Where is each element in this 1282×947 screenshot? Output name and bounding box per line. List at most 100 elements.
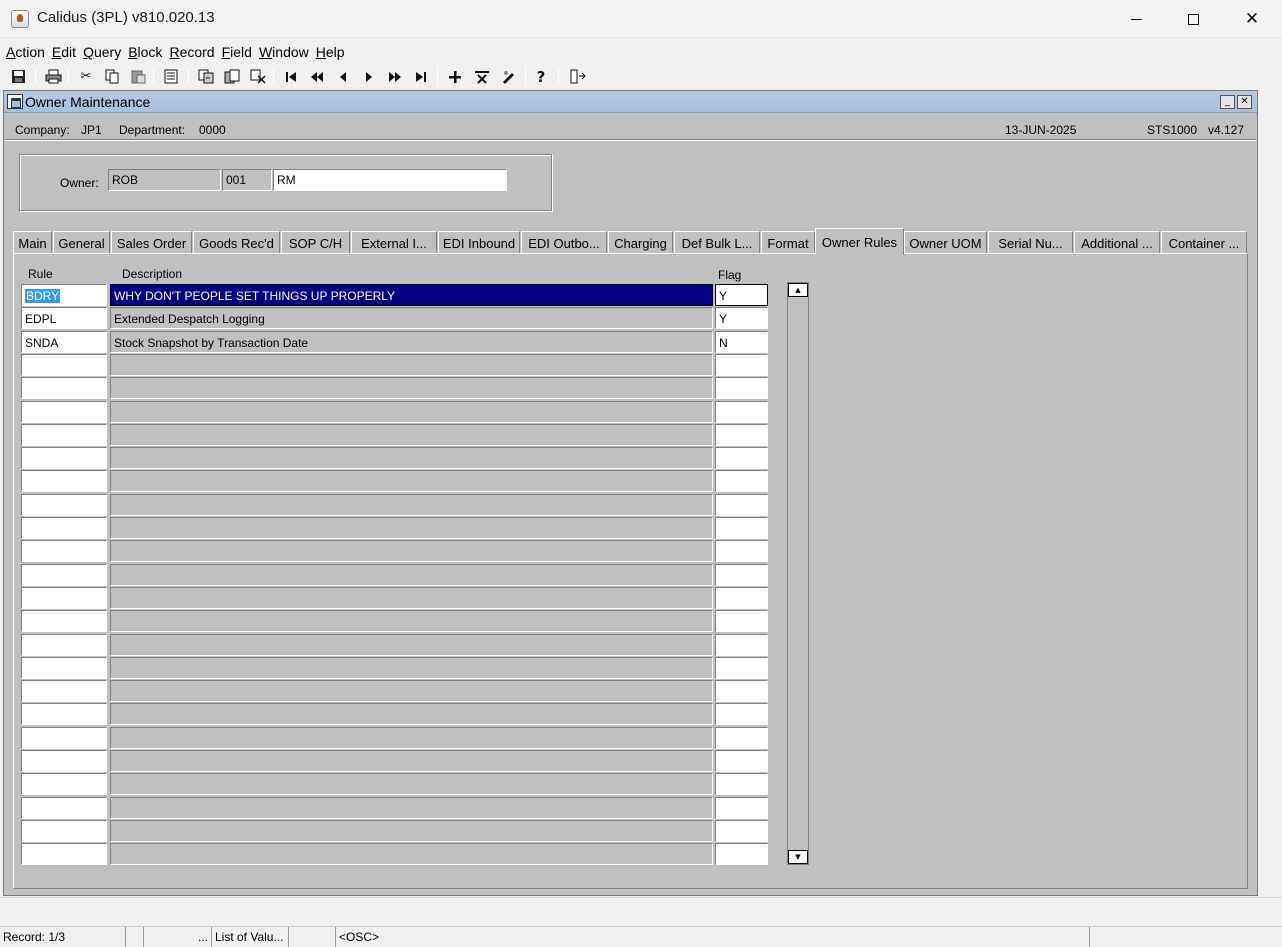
rule-cell[interactable] bbox=[21, 540, 107, 562]
rule-cell[interactable] bbox=[21, 750, 107, 772]
menu-window[interactable]: Window bbox=[256, 42, 312, 64]
flag-cell[interactable]: Y bbox=[715, 307, 768, 329]
tab-main[interactable]: Main bbox=[13, 231, 52, 254]
last-record-icon[interactable] bbox=[410, 66, 432, 87]
rule-cell[interactable] bbox=[21, 447, 107, 469]
description-cell[interactable] bbox=[110, 727, 713, 749]
flag-cell[interactable] bbox=[715, 703, 768, 725]
description-cell[interactable] bbox=[110, 634, 713, 656]
rule-cell[interactable] bbox=[21, 773, 107, 795]
edit-icon[interactable] bbox=[498, 66, 520, 87]
menu-help[interactable]: Help bbox=[313, 42, 348, 64]
rule-cell[interactable] bbox=[21, 494, 107, 516]
grid-scrollbar[interactable]: ▲ ▼ bbox=[787, 282, 809, 865]
rule-cell[interactable] bbox=[21, 354, 107, 376]
menu-record[interactable]: Record bbox=[166, 42, 217, 64]
flag-cell[interactable] bbox=[715, 424, 768, 446]
flag-cell[interactable] bbox=[715, 354, 768, 376]
description-cell[interactable] bbox=[110, 401, 713, 423]
table-row[interactable] bbox=[21, 797, 771, 820]
flag-cell[interactable] bbox=[715, 494, 768, 516]
description-cell[interactable] bbox=[110, 843, 713, 865]
description-cell[interactable]: Extended Despatch Logging bbox=[110, 307, 713, 329]
flag-cell[interactable] bbox=[715, 634, 768, 656]
rule-cell[interactable] bbox=[21, 470, 107, 492]
description-cell[interactable] bbox=[110, 447, 713, 469]
copy-icon[interactable] bbox=[101, 66, 123, 87]
close-button[interactable]: ✕ bbox=[1224, 0, 1280, 38]
description-cell[interactable] bbox=[110, 517, 713, 539]
table-row[interactable]: SNDA Stock Snapshot by Transaction Date N bbox=[21, 331, 771, 354]
description-cell[interactable] bbox=[110, 773, 713, 795]
tab-sales-order[interactable]: Sales Order bbox=[111, 231, 192, 254]
flag-cell[interactable] bbox=[715, 377, 768, 399]
description-cell[interactable] bbox=[110, 680, 713, 702]
description-cell[interactable] bbox=[110, 377, 713, 399]
table-row[interactable]: EDPL Extended Despatch Logging Y bbox=[21, 307, 771, 330]
rule-cell[interactable] bbox=[21, 843, 107, 865]
rule-cell[interactable] bbox=[21, 424, 107, 446]
flag-cell[interactable] bbox=[715, 657, 768, 679]
rule-cell[interactable]: EDPL bbox=[21, 307, 107, 329]
flag-cell[interactable] bbox=[715, 610, 768, 632]
flag-cell[interactable]: Y bbox=[715, 284, 768, 306]
rule-cell[interactable] bbox=[21, 401, 107, 423]
next-block-icon[interactable] bbox=[384, 66, 406, 87]
tab-edi-inbound[interactable]: EDI Inbound bbox=[438, 231, 520, 254]
description-cell[interactable] bbox=[110, 610, 713, 632]
owner-code-field[interactable]: ROB bbox=[108, 169, 221, 191]
rule-cell[interactable] bbox=[21, 657, 107, 679]
description-cell[interactable] bbox=[110, 587, 713, 609]
cut-icon[interactable]: ✂ bbox=[75, 66, 97, 87]
table-row[interactable] bbox=[21, 587, 771, 610]
exit-icon[interactable] bbox=[566, 66, 588, 87]
description-cell[interactable] bbox=[110, 424, 713, 446]
table-row[interactable] bbox=[21, 354, 771, 377]
form-close-button[interactable]: ✕ bbox=[1237, 95, 1252, 109]
table-row[interactable] bbox=[21, 843, 771, 866]
first-record-icon[interactable] bbox=[280, 66, 302, 87]
save-icon[interactable] bbox=[7, 66, 29, 87]
description-cell[interactable] bbox=[110, 657, 713, 679]
description-cell[interactable]: Stock Snapshot by Transaction Date bbox=[110, 331, 713, 353]
rule-cell[interactable] bbox=[21, 587, 107, 609]
tab-owner-uom[interactable]: Owner UOM bbox=[904, 231, 987, 254]
copy-record-icon[interactable] bbox=[221, 66, 243, 87]
rule-cell[interactable] bbox=[21, 517, 107, 539]
description-cell[interactable] bbox=[110, 354, 713, 376]
tab-external[interactable]: External I... bbox=[351, 231, 437, 254]
tab-additional[interactable]: Additional ... bbox=[1074, 231, 1160, 254]
flag-cell[interactable] bbox=[715, 564, 768, 586]
description-cell[interactable] bbox=[110, 820, 713, 842]
tab-goods-recd[interactable]: Goods Rec'd bbox=[193, 231, 280, 254]
flag-cell[interactable] bbox=[715, 680, 768, 702]
menu-field[interactable]: Field bbox=[219, 42, 255, 64]
prev-block-icon[interactable] bbox=[306, 66, 328, 87]
flag-cell[interactable] bbox=[715, 773, 768, 795]
table-row[interactable] bbox=[21, 680, 771, 703]
table-row[interactable] bbox=[21, 517, 771, 540]
duplicate-icon[interactable] bbox=[195, 66, 217, 87]
scroll-down-icon[interactable]: ▼ bbox=[788, 850, 808, 864]
table-row[interactable] bbox=[21, 820, 771, 843]
flag-cell[interactable] bbox=[715, 470, 768, 492]
rule-cell[interactable] bbox=[21, 564, 107, 586]
description-cell[interactable] bbox=[110, 564, 713, 586]
tab-edi-outbound[interactable]: EDI Outbo... bbox=[521, 231, 607, 254]
rule-cell[interactable] bbox=[21, 377, 107, 399]
rule-cell[interactable]: BDRY bbox=[21, 284, 107, 306]
description-cell[interactable] bbox=[110, 470, 713, 492]
list-icon[interactable] bbox=[160, 66, 182, 87]
table-row[interactable] bbox=[21, 424, 771, 447]
flag-cell[interactable] bbox=[715, 517, 768, 539]
help-icon[interactable]: ? bbox=[530, 66, 552, 87]
flag-cell[interactable] bbox=[715, 750, 768, 772]
rule-cell[interactable] bbox=[21, 703, 107, 725]
delete-icon[interactable] bbox=[471, 66, 493, 87]
flag-cell[interactable] bbox=[715, 447, 768, 469]
rule-cell[interactable] bbox=[21, 680, 107, 702]
menu-action[interactable]: Action bbox=[3, 42, 48, 64]
description-cell[interactable] bbox=[110, 797, 713, 819]
menu-block[interactable]: Block bbox=[125, 42, 165, 64]
table-row[interactable] bbox=[21, 447, 771, 470]
